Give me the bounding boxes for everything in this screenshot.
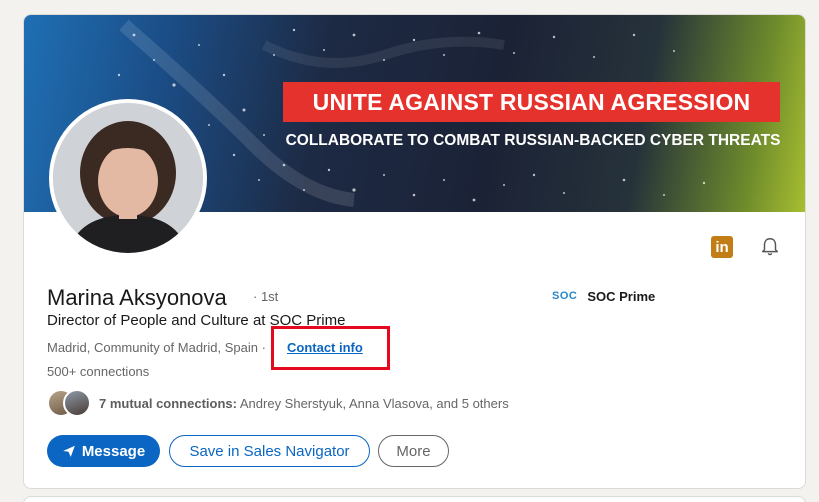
profile-card: UNITE AGAINST RUSSIAN AGRESSION COLLABOR…: [23, 14, 806, 489]
connections-count[interactable]: 500+ connections: [47, 364, 149, 379]
send-icon: [62, 445, 75, 457]
save-in-sales-navigator-button[interactable]: Save in Sales Navigator: [169, 435, 370, 467]
current-company[interactable]: SOC SOC Prime: [552, 287, 655, 305]
profile-location: Madrid, Community of Madrid, Spain ·: [47, 340, 266, 355]
message-button-label: Message: [81, 442, 146, 460]
message-button[interactable]: Message: [47, 435, 160, 467]
mutual-connections-avatars[interactable]: [47, 389, 93, 419]
next-section-card: [23, 496, 806, 502]
company-logo: SOC: [552, 290, 578, 302]
bell-glyph: [761, 238, 779, 256]
company-name: SOC Prime: [587, 288, 656, 304]
avatar: [63, 389, 91, 417]
profile-photo[interactable]: [49, 99, 207, 257]
profile-name: Marina Aksyonova: [47, 285, 227, 310]
more-button[interactable]: More: [378, 435, 449, 467]
banner-subheadline: COLLABORATE TO COMBAT RUSSIAN-BACKED CYB…: [285, 132, 781, 149]
highlight-box: [271, 326, 390, 370]
mutual-connections-count: 7 mutual connections:: [99, 396, 237, 411]
mutual-connections-text[interactable]: 7 mutual connections: Andrey Sherstyuk, …: [99, 396, 509, 411]
mutual-connections-names: Andrey Sherstyuk, Anna Vlasova, and 5 ot…: [239, 396, 509, 411]
linkedin-badge: in: [711, 236, 733, 258]
profile-photo-image: [53, 103, 203, 253]
connection-degree: · 1st: [253, 289, 279, 304]
banner-headline: UNITE AGAINST RUSSIAN AGRESSION: [283, 82, 780, 122]
bell-icon[interactable]: [757, 234, 783, 260]
linkedin-icon[interactable]: in: [709, 234, 735, 260]
